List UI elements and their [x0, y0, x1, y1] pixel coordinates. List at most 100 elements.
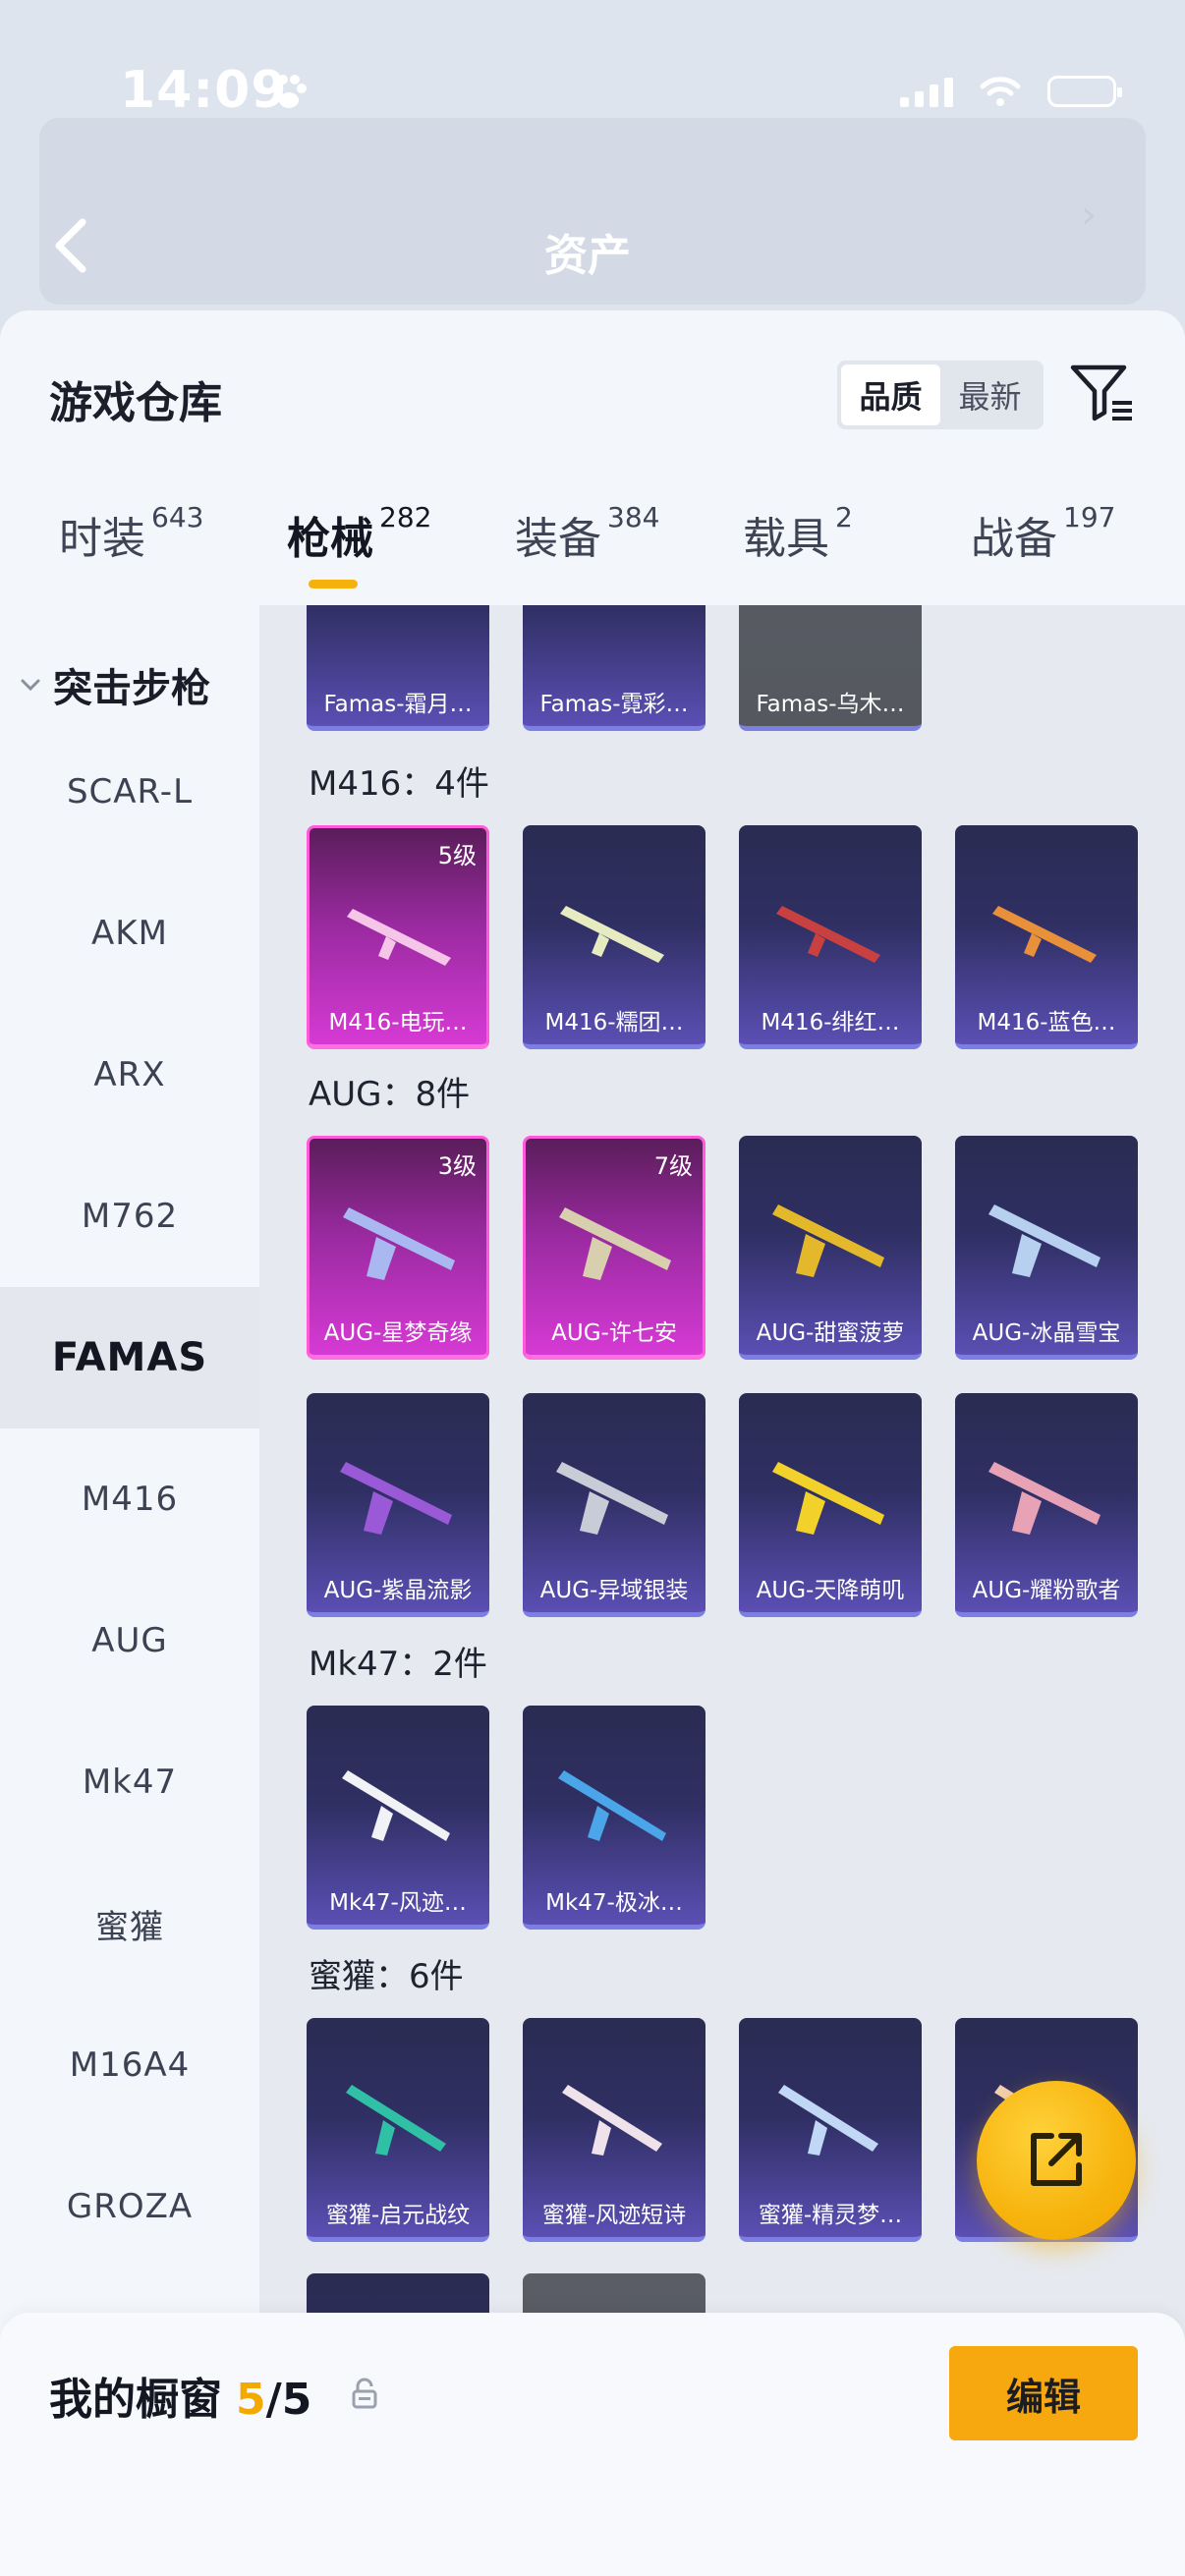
- rifle-icon: [347, 909, 451, 966]
- tab-label: 枪械: [287, 514, 373, 564]
- weapon-name: AUG-冰晶雪宝: [972, 1320, 1121, 1346]
- weapon-name: M416-绯红…: [761, 1010, 900, 1036]
- sidebar-item-arx[interactable]: ARX: [0, 1004, 259, 1146]
- weapon-name: 蜜獾-风迹短诗: [541, 2203, 687, 2228]
- weapon-sidebar: 突击步枪 SCAR-L AKM ARX M762 FAMAS M416 AUG …: [0, 605, 259, 2482]
- weapon-card[interactable]: AUG-甜蜜菠萝: [739, 1136, 922, 1360]
- tab-label: 载具: [743, 514, 829, 564]
- weapon-card[interactable]: 7级 AUG-许七安: [523, 1136, 705, 1360]
- tab-label: 战备: [971, 514, 1057, 564]
- sidebar-item-honey-badger[interactable]: 蜜獾: [0, 1853, 259, 1994]
- page-title: 资产: [544, 231, 631, 281]
- warehouse-header: 游戏仓库 品质 最新 时装 643 枪械 282 装备 384 载具 2 战备 …: [0, 310, 1185, 605]
- weapon-name: AUG-耀粉歌者: [972, 1578, 1121, 1603]
- weapon-card[interactable]: M416-蓝色…: [955, 825, 1138, 1049]
- tab-supplies[interactable]: 战备 197: [971, 501, 1116, 566]
- sidebar-item-mk47[interactable]: Mk47: [0, 1711, 259, 1853]
- weapon-name: M416-糯团…: [544, 1010, 684, 1036]
- weapon-card[interactable]: 蜜獾-启元战纹: [307, 2018, 489, 2242]
- weapon-name: AUG-紫晶流影: [323, 1578, 473, 1603]
- tab-count: 643: [151, 501, 204, 533]
- rifle-icon: [342, 1770, 450, 1841]
- weapon-name: Mk47-极冰…: [545, 1890, 683, 1916]
- section-title-aug: AUG：8件: [309, 1075, 471, 1114]
- tab-count: 384: [607, 501, 660, 533]
- weapon-name: 蜜獾-启元战纹: [325, 2203, 471, 2228]
- section-title-mk47: Mk47：2件: [309, 1645, 487, 1684]
- category-header-assault-rifle[interactable]: 突击步枪: [20, 656, 210, 713]
- sidebar-item-groza[interactable]: GROZA: [0, 2136, 259, 2277]
- weapon-card[interactable]: Famas-乌木…: [739, 605, 922, 731]
- tab-firearms[interactable]: 枪械 282: [287, 501, 432, 566]
- weapon-card[interactable]: AUG-异域银装: [523, 1393, 705, 1617]
- weapon-name: Famas-乌木…: [756, 692, 905, 717]
- weapon-name: M416-蓝色…: [977, 1010, 1116, 1036]
- section-title-m416: M416：4件: [309, 764, 489, 804]
- sidebar-item-akm[interactable]: AKM: [0, 863, 259, 1004]
- weapon-card[interactable]: AUG-天降萌叽: [739, 1393, 922, 1617]
- rifle-icon: [560, 906, 664, 963]
- showcase-bar: 我的橱窗 5 /5 编辑: [0, 2313, 1185, 2576]
- weapon-card[interactable]: Mk47-极冰…: [523, 1706, 705, 1930]
- weapon-card[interactable]: AUG-紫晶流影: [307, 1393, 489, 1617]
- weapon-name: AUG-异域银装: [539, 1578, 689, 1603]
- wifi-icon: [980, 77, 1021, 106]
- category-label: 突击步枪: [53, 666, 210, 711]
- paw-icon: [271, 75, 307, 108]
- weapon-card[interactable]: 3级 AUG-星梦奇缘: [307, 1136, 489, 1360]
- tab-count: 282: [379, 501, 432, 533]
- weapon-name: Famas-霜月…: [323, 692, 473, 717]
- weapon-card[interactable]: 5级 M416-电玩…: [307, 825, 489, 1049]
- rifle-icon: [772, 1204, 884, 1277]
- weapon-card[interactable]: Mk47-风迹…: [307, 1706, 489, 1930]
- rifle-icon: [556, 1462, 668, 1535]
- rifle-icon: [776, 906, 880, 963]
- weapon-card[interactable]: Famas-霜月…: [307, 605, 489, 731]
- weapon-card[interactable]: AUG-冰晶雪宝: [955, 1136, 1138, 1360]
- weapon-name: AUG-甜蜜菠萝: [756, 1320, 905, 1346]
- sidebar-item-m16a4[interactable]: M16A4: [0, 1994, 259, 2136]
- rifle-icon: [778, 2085, 878, 2156]
- back-arrow-icon[interactable]: [49, 216, 92, 275]
- weapon-name: M416-电玩…: [328, 1010, 468, 1036]
- warehouse-sheet: 游戏仓库 品质 最新 时装 643 枪械 282 装备 384 载具 2 战备 …: [0, 310, 1185, 2576]
- active-tab-indicator: [309, 580, 358, 588]
- edit-button[interactable]: 编辑: [949, 2346, 1138, 2440]
- rifle-icon: [559, 1207, 671, 1280]
- weapon-card[interactable]: 蜜獾-风迹短诗: [523, 2018, 705, 2242]
- share-icon: [1031, 2133, 1082, 2186]
- sidebar-item-scar-l[interactable]: SCAR-L: [0, 721, 259, 863]
- lock-icon: [352, 2378, 377, 2409]
- category-tabs: 时装 643 枪械 282 装备 384 载具 2 战备 197: [0, 501, 1185, 605]
- sidebar-item-m762[interactable]: M762: [0, 1146, 259, 1287]
- weapon-card[interactable]: 蜜獾-精灵梦…: [739, 2018, 922, 2242]
- rifle-icon: [772, 1462, 884, 1535]
- tab-equipment[interactable]: 装备 384: [515, 501, 660, 566]
- sort-quality-button[interactable]: 品质: [841, 364, 940, 425]
- background-header: 14:09 资产 ›: [0, 0, 1185, 324]
- rifle-icon: [343, 1207, 455, 1280]
- tab-label: 时装: [59, 514, 145, 564]
- filter-icon[interactable]: [1069, 362, 1136, 424]
- weapon-name: AUG-许七安: [551, 1320, 677, 1346]
- tab-vehicles[interactable]: 载具 2: [743, 501, 853, 566]
- battery-icon: [1047, 76, 1122, 107]
- chevron-right-icon: ›: [1081, 193, 1097, 238]
- showcase-current-count: 5: [236, 2375, 266, 2425]
- sort-newest-button[interactable]: 最新: [940, 364, 1040, 425]
- sidebar-item-aug[interactable]: AUG: [0, 1570, 259, 1711]
- rifle-icon: [992, 906, 1097, 963]
- tab-count: 197: [1063, 501, 1116, 533]
- sidebar-item-famas[interactable]: FAMAS: [0, 1287, 259, 1428]
- weapon-card[interactable]: M416-糯团…: [523, 825, 705, 1049]
- weapon-card[interactable]: Famas-霓彩…: [523, 605, 705, 731]
- status-time: 14:09: [120, 61, 288, 120]
- sidebar-item-m416[interactable]: M416: [0, 1428, 259, 1570]
- chevron-down-icon: [21, 679, 40, 692]
- weapon-card[interactable]: AUG-耀粉歌者: [955, 1393, 1138, 1617]
- weapon-name: Mk47-风迹…: [329, 1890, 467, 1916]
- rifle-icon: [988, 1204, 1100, 1277]
- tab-fashion[interactable]: 时装 643: [59, 501, 204, 566]
- weapon-card[interactable]: M416-绯红…: [739, 825, 922, 1049]
- share-button[interactable]: [977, 2081, 1136, 2240]
